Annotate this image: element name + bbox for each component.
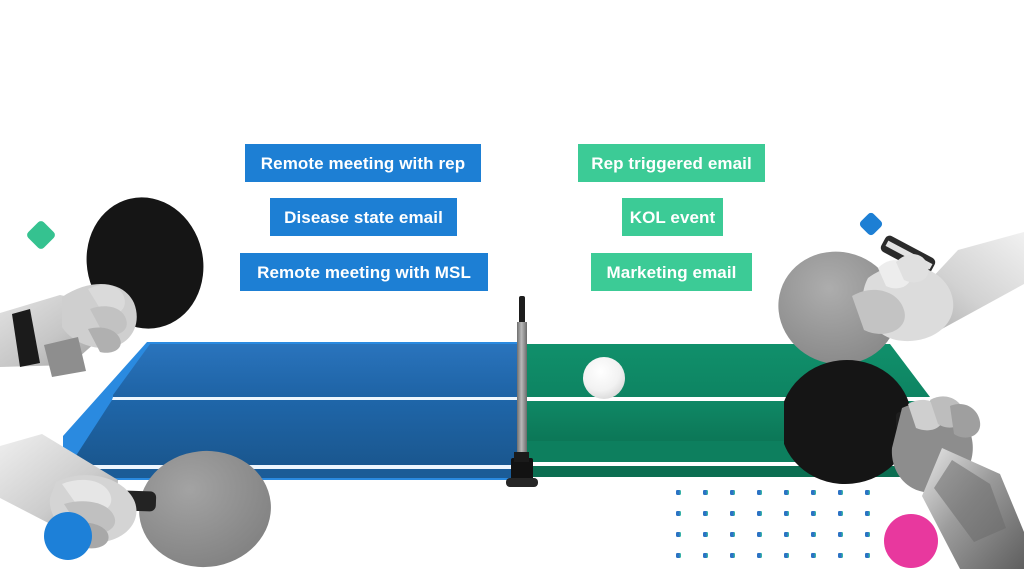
dot [784,553,789,558]
dot-grid-decoration [676,490,870,558]
dot [703,511,708,516]
dot [730,490,735,495]
dot [784,511,789,516]
label-remote-meeting-with-rep[interactable]: Remote meeting with rep [245,144,481,182]
label-text: Remote meeting with MSL [257,262,471,282]
dot [811,553,816,558]
ping-pong-ball [583,357,625,399]
dot [676,511,681,516]
dot [784,532,789,537]
label-marketing-email[interactable]: Marketing email [591,253,752,291]
dot [757,490,762,495]
dot [676,553,681,558]
dot [865,532,870,537]
label-rep-triggered-email[interactable]: Rep triggered email [578,144,765,182]
dot [838,511,843,516]
label-disease-state-email[interactable]: Disease state email [270,198,457,236]
label-text: Rep triggered email [591,153,752,173]
dot [838,553,843,558]
scene-canvas: Remote meeting with rep Disease state em… [0,0,1024,569]
dot [757,532,762,537]
label-text: Marketing email [606,262,737,282]
dot [865,490,870,495]
table-net [506,296,538,487]
dot [703,490,708,495]
dot [757,511,762,516]
dot [703,532,708,537]
dot [865,511,870,516]
dot [865,553,870,558]
top-left-hand-with-black-paddle [0,197,204,377]
dot [811,532,816,537]
bottom-left-hand-with-gray-paddle [0,434,271,568]
dot [838,532,843,537]
dot [838,490,843,495]
dot [676,532,681,537]
label-kol-event[interactable]: KOL event [622,198,723,236]
dot [730,532,735,537]
dot [676,490,681,495]
label-text: Disease state email [284,207,443,227]
dot [757,553,762,558]
label-text: Remote meeting with rep [260,153,466,173]
dot [730,553,735,558]
blue-circle-decoration [44,512,92,560]
label-text: KOL event [629,207,716,227]
dot [811,490,816,495]
dot [811,511,816,516]
dot [730,511,735,516]
label-remote-meeting-with-msl[interactable]: Remote meeting with MSL [240,253,488,291]
dot [703,553,708,558]
dot [784,490,789,495]
